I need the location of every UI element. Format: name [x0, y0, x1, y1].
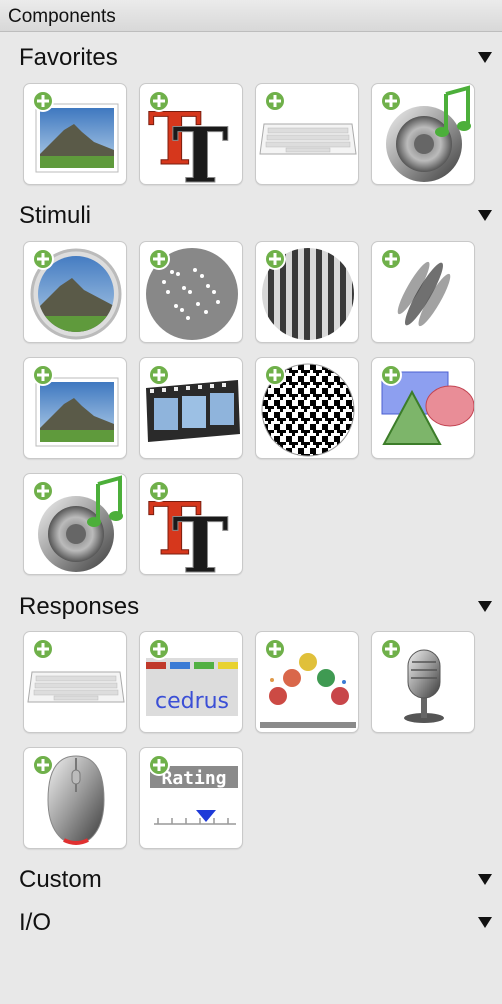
add-icon[interactable] [380, 638, 402, 660]
collapse-io-icon[interactable] [478, 917, 492, 928]
rating-label: Rating [161, 768, 226, 789]
add-icon[interactable] [32, 754, 54, 776]
add-icon[interactable] [148, 754, 170, 776]
add-icon[interactable] [264, 248, 286, 270]
collapse-stimuli-icon[interactable] [478, 210, 492, 221]
add-icon[interactable] [32, 248, 54, 270]
response-microphone[interactable] [371, 631, 475, 733]
section-title-responses[interactable]: Responses [19, 593, 139, 621]
favorite-keyboard-response[interactable] [255, 83, 359, 185]
panel-header: Components [0, 0, 502, 32]
section-title-io[interactable]: I/O [19, 909, 51, 937]
add-icon[interactable] [264, 638, 286, 660]
stimulus-dots[interactable] [139, 241, 243, 343]
collapse-responses-icon[interactable] [478, 601, 492, 612]
favorite-image-stimulus[interactable] [23, 83, 127, 185]
section-title-favorites[interactable]: Favorites [19, 44, 118, 72]
add-icon[interactable] [264, 364, 286, 386]
stimulus-gabor[interactable] [371, 241, 475, 343]
stimulus-movie[interactable] [139, 357, 243, 459]
response-cedrus[interactable]: cedrus [139, 631, 243, 733]
add-icon[interactable] [32, 364, 54, 386]
response-keyboard[interactable] [23, 631, 127, 733]
favorite-text-stimulus[interactable]: T T [139, 83, 243, 185]
add-icon[interactable] [32, 480, 54, 502]
add-icon[interactable] [264, 90, 286, 112]
add-icon[interactable] [380, 248, 402, 270]
section-title-stimuli[interactable]: Stimuli [19, 202, 91, 230]
stimulus-movie-aperture[interactable] [23, 241, 127, 343]
add-icon[interactable] [32, 638, 54, 660]
collapse-favorites-icon[interactable] [478, 52, 492, 63]
stimulus-text[interactable]: T T [139, 473, 243, 575]
add-icon[interactable] [32, 90, 54, 112]
favorite-sound-stimulus[interactable] [371, 83, 475, 185]
response-rating-scale[interactable]: Rating [139, 747, 243, 849]
stimulus-noise[interactable] [255, 357, 359, 459]
stimulus-image[interactable] [23, 357, 127, 459]
collapse-custom-icon[interactable] [478, 874, 492, 885]
response-color-picker[interactable] [255, 631, 359, 733]
text-glyph-black: T [172, 111, 229, 185]
add-icon[interactable] [148, 364, 170, 386]
add-icon[interactable] [380, 364, 402, 386]
section-title-custom[interactable]: Custom [19, 866, 102, 894]
text-glyph-black: T [172, 501, 229, 575]
stimulus-sound[interactable] [23, 473, 127, 575]
add-icon[interactable] [148, 480, 170, 502]
response-mouse[interactable] [23, 747, 127, 849]
stimulus-polygon[interactable] [371, 357, 475, 459]
panel-title: Components [8, 6, 116, 27]
add-icon[interactable] [148, 638, 170, 660]
cedrus-label: cedrus [155, 689, 229, 714]
add-icon[interactable] [148, 248, 170, 270]
add-icon[interactable] [380, 90, 402, 112]
add-icon[interactable] [148, 90, 170, 112]
stimulus-grating[interactable] [255, 241, 359, 343]
